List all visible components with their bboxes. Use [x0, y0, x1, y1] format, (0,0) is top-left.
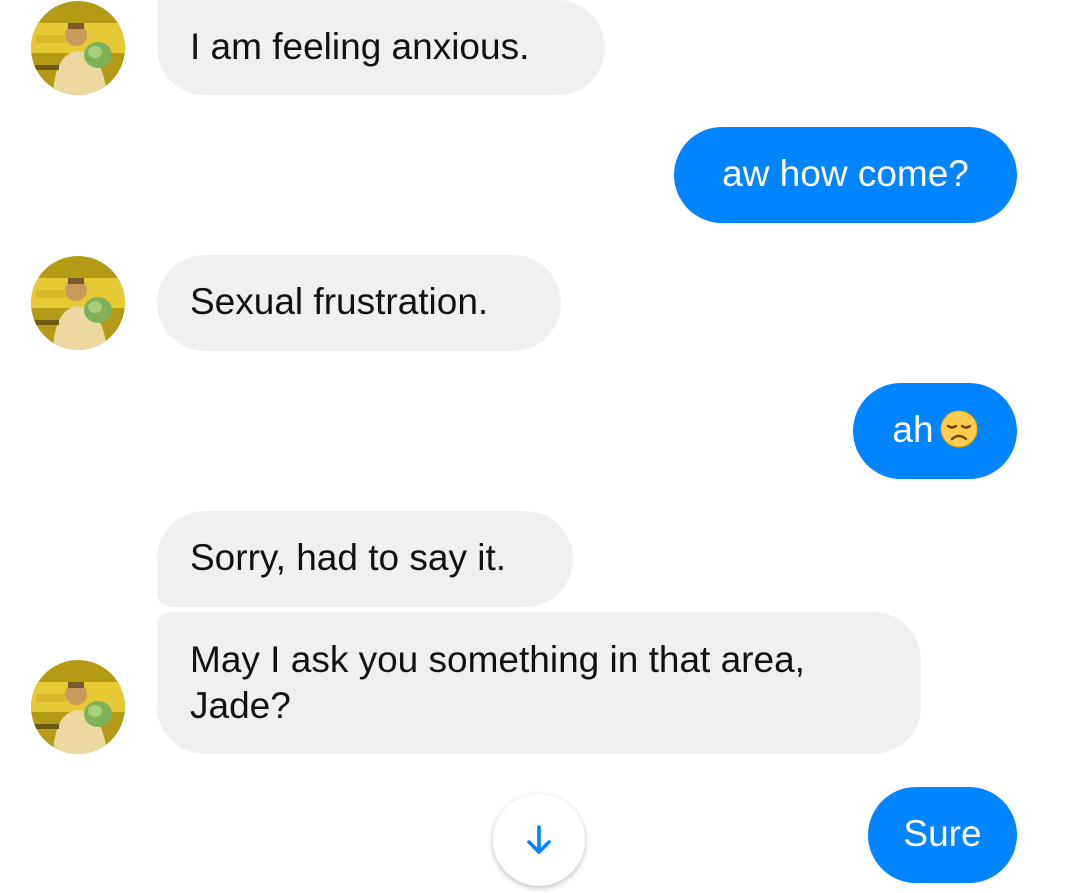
incoming-message-bubble[interactable]: I am feeling anxious. [157, 0, 605, 95]
outgoing-message-bubble[interactable]: Sure [868, 787, 1017, 883]
message-text: May I ask you something in that area, Ja… [190, 639, 805, 726]
message-text: Sexual frustration. [190, 281, 489, 322]
outgoing-message-bubble[interactable]: ah [853, 383, 1017, 479]
arrow-down-icon [527, 825, 551, 854]
message-text: aw how come? [722, 153, 969, 194]
message-text: ah [892, 409, 934, 450]
incoming-message-bubble[interactable]: May I ask you something in that area, Ja… [157, 612, 921, 754]
incoming-message-bubble[interactable]: Sorry, had to say it. [157, 511, 573, 607]
outgoing-message-bubble[interactable]: aw how come? [674, 127, 1017, 223]
message-text: I am feeling anxious. [190, 26, 530, 67]
contact-avatar[interactable] [31, 1, 125, 95]
scroll-to-bottom-button[interactable] [493, 794, 585, 886]
incoming-message-bubble[interactable]: Sexual frustration. [157, 255, 561, 351]
message-text: Sure [903, 813, 982, 854]
disappointed-face-emoji-icon [940, 410, 978, 448]
contact-avatar[interactable] [31, 660, 125, 754]
message-text: Sorry, had to say it. [190, 537, 506, 578]
contact-avatar[interactable] [31, 256, 125, 350]
